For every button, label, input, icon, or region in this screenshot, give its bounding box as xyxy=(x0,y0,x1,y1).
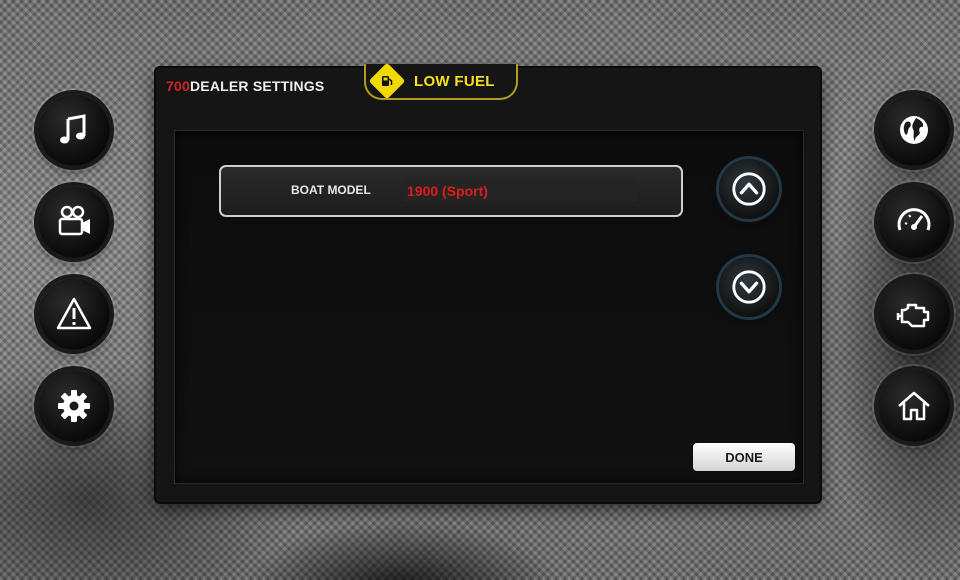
settings-gear-icon xyxy=(58,390,90,422)
video-camera-icon xyxy=(58,205,90,236)
scroll-up-button[interactable] xyxy=(719,159,779,219)
chevron-down-icon xyxy=(732,270,766,304)
page-title: 700DEALER SETTINGS xyxy=(166,78,324,94)
warning-icon xyxy=(56,297,92,330)
boat-model-value: 1900 (Sport) xyxy=(403,180,637,202)
video-button[interactable] xyxy=(38,186,110,258)
engine-button[interactable] xyxy=(878,278,950,350)
chevron-up-icon xyxy=(732,172,766,206)
music-icon xyxy=(60,114,86,144)
fuel-pump-icon xyxy=(382,76,393,86)
home-button[interactable] xyxy=(878,370,950,442)
speedometer-icon xyxy=(897,208,931,231)
settings-button[interactable] xyxy=(38,370,110,442)
scroll-down-button[interactable] xyxy=(719,257,779,317)
low-fuel-alert[interactable]: LOW FUEL xyxy=(364,62,518,100)
page-number: 700 xyxy=(166,78,190,94)
music-button[interactable] xyxy=(38,94,110,166)
boat-model-label: BOAT MODEL xyxy=(291,183,371,197)
navigation-button[interactable] xyxy=(878,94,950,166)
gauges-button[interactable] xyxy=(878,186,950,258)
done-button[interactable]: DONE xyxy=(693,443,795,471)
settings-content-area: BOAT MODEL 1900 (Sport) DONE xyxy=(174,130,804,484)
boat-model-setting-row[interactable]: BOAT MODEL 1900 (Sport) xyxy=(219,165,683,217)
fuel-warning-badge xyxy=(368,62,406,100)
globe-icon xyxy=(900,116,928,144)
page-title-text: DEALER SETTINGS xyxy=(189,78,325,94)
warning-button[interactable] xyxy=(38,278,110,350)
engine-icon xyxy=(896,303,930,328)
low-fuel-label: LOW FUEL xyxy=(414,72,495,90)
dealer-settings-panel: 700DEALER SETTINGS LOW FUEL BOAT MODEL 1… xyxy=(156,62,820,502)
home-icon xyxy=(898,391,930,421)
